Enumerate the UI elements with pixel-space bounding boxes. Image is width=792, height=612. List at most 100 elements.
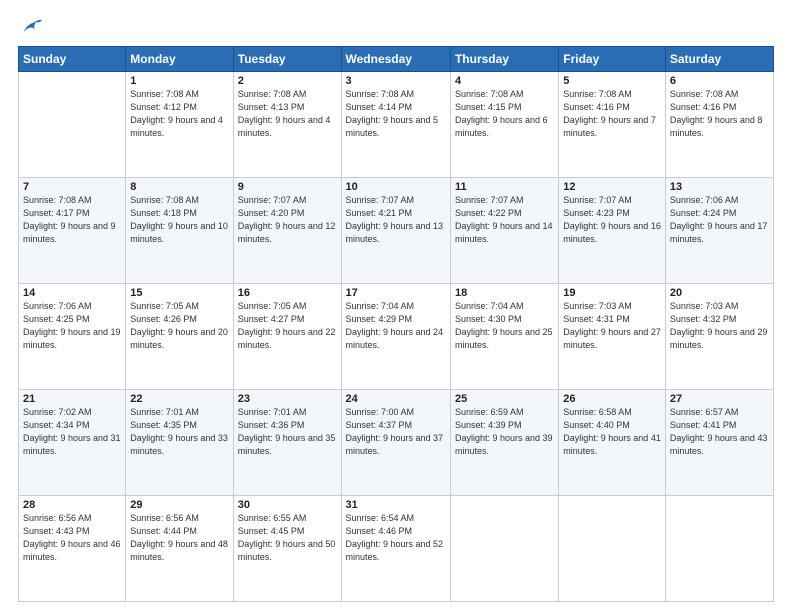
day-info: Sunrise: 7:03 AMSunset: 4:31 PMDaylight:…	[563, 300, 661, 352]
calendar-week-row: 1Sunrise: 7:08 AMSunset: 4:12 PMDaylight…	[19, 72, 774, 178]
day-number: 3	[346, 75, 446, 87]
col-header-sunday: Sunday	[19, 47, 126, 72]
calendar-cell: 19Sunrise: 7:03 AMSunset: 4:31 PMDayligh…	[559, 284, 666, 390]
day-number: 16	[238, 287, 337, 299]
col-header-thursday: Thursday	[450, 47, 558, 72]
day-info: Sunrise: 7:03 AMSunset: 4:32 PMDaylight:…	[670, 300, 769, 352]
day-number: 6	[670, 75, 769, 87]
day-number: 22	[130, 393, 228, 405]
day-number: 31	[346, 499, 446, 511]
logo	[18, 16, 42, 38]
day-info: Sunrise: 7:01 AMSunset: 4:35 PMDaylight:…	[130, 406, 228, 458]
day-info: Sunrise: 7:06 AMSunset: 4:25 PMDaylight:…	[23, 300, 121, 352]
day-number: 27	[670, 393, 769, 405]
calendar-cell: 28Sunrise: 6:56 AMSunset: 4:43 PMDayligh…	[19, 496, 126, 602]
day-number: 10	[346, 181, 446, 193]
day-info: Sunrise: 7:08 AMSunset: 4:18 PMDaylight:…	[130, 194, 228, 246]
day-info: Sunrise: 7:07 AMSunset: 4:20 PMDaylight:…	[238, 194, 337, 246]
day-number: 29	[130, 499, 228, 511]
calendar-cell: 17Sunrise: 7:04 AMSunset: 4:29 PMDayligh…	[341, 284, 450, 390]
logo-bird-icon	[20, 16, 42, 38]
calendar-cell: 7Sunrise: 7:08 AMSunset: 4:17 PMDaylight…	[19, 178, 126, 284]
calendar-cell	[559, 496, 666, 602]
day-number: 12	[563, 181, 661, 193]
col-header-wednesday: Wednesday	[341, 47, 450, 72]
calendar-cell: 2Sunrise: 7:08 AMSunset: 4:13 PMDaylight…	[233, 72, 341, 178]
day-number: 17	[346, 287, 446, 299]
header	[18, 16, 774, 38]
calendar-cell: 15Sunrise: 7:05 AMSunset: 4:26 PMDayligh…	[126, 284, 233, 390]
calendar-cell: 16Sunrise: 7:05 AMSunset: 4:27 PMDayligh…	[233, 284, 341, 390]
calendar-cell: 4Sunrise: 7:08 AMSunset: 4:15 PMDaylight…	[450, 72, 558, 178]
calendar-cell: 29Sunrise: 6:56 AMSunset: 4:44 PMDayligh…	[126, 496, 233, 602]
calendar-cell: 26Sunrise: 6:58 AMSunset: 4:40 PMDayligh…	[559, 390, 666, 496]
day-number: 30	[238, 499, 337, 511]
calendar-table: SundayMondayTuesdayWednesdayThursdayFrid…	[18, 46, 774, 602]
calendar-cell: 23Sunrise: 7:01 AMSunset: 4:36 PMDayligh…	[233, 390, 341, 496]
day-info: Sunrise: 7:04 AMSunset: 4:30 PMDaylight:…	[455, 300, 554, 352]
calendar-cell: 25Sunrise: 6:59 AMSunset: 4:39 PMDayligh…	[450, 390, 558, 496]
day-number: 19	[563, 287, 661, 299]
calendar-cell: 22Sunrise: 7:01 AMSunset: 4:35 PMDayligh…	[126, 390, 233, 496]
day-info: Sunrise: 7:08 AMSunset: 4:12 PMDaylight:…	[130, 88, 228, 140]
calendar-cell: 20Sunrise: 7:03 AMSunset: 4:32 PMDayligh…	[665, 284, 773, 390]
day-info: Sunrise: 6:54 AMSunset: 4:46 PMDaylight:…	[346, 512, 446, 564]
day-number: 5	[563, 75, 661, 87]
calendar-cell: 11Sunrise: 7:07 AMSunset: 4:22 PMDayligh…	[450, 178, 558, 284]
day-info: Sunrise: 7:00 AMSunset: 4:37 PMDaylight:…	[346, 406, 446, 458]
calendar-cell: 21Sunrise: 7:02 AMSunset: 4:34 PMDayligh…	[19, 390, 126, 496]
calendar-cell: 31Sunrise: 6:54 AMSunset: 4:46 PMDayligh…	[341, 496, 450, 602]
calendar-cell: 5Sunrise: 7:08 AMSunset: 4:16 PMDaylight…	[559, 72, 666, 178]
calendar-cell: 27Sunrise: 6:57 AMSunset: 4:41 PMDayligh…	[665, 390, 773, 496]
day-number: 13	[670, 181, 769, 193]
day-number: 8	[130, 181, 228, 193]
calendar-cell: 12Sunrise: 7:07 AMSunset: 4:23 PMDayligh…	[559, 178, 666, 284]
day-info: Sunrise: 7:05 AMSunset: 4:27 PMDaylight:…	[238, 300, 337, 352]
calendar-cell	[450, 496, 558, 602]
day-info: Sunrise: 7:08 AMSunset: 4:16 PMDaylight:…	[563, 88, 661, 140]
col-header-monday: Monday	[126, 47, 233, 72]
day-number: 4	[455, 75, 554, 87]
day-number: 23	[238, 393, 337, 405]
calendar-week-row: 14Sunrise: 7:06 AMSunset: 4:25 PMDayligh…	[19, 284, 774, 390]
day-info: Sunrise: 6:58 AMSunset: 4:40 PMDaylight:…	[563, 406, 661, 458]
day-number: 15	[130, 287, 228, 299]
calendar-cell: 8Sunrise: 7:08 AMSunset: 4:18 PMDaylight…	[126, 178, 233, 284]
calendar-cell: 14Sunrise: 7:06 AMSunset: 4:25 PMDayligh…	[19, 284, 126, 390]
day-info: Sunrise: 7:07 AMSunset: 4:22 PMDaylight:…	[455, 194, 554, 246]
calendar-week-row: 28Sunrise: 6:56 AMSunset: 4:43 PMDayligh…	[19, 496, 774, 602]
day-info: Sunrise: 7:05 AMSunset: 4:26 PMDaylight:…	[130, 300, 228, 352]
day-info: Sunrise: 7:08 AMSunset: 4:13 PMDaylight:…	[238, 88, 337, 140]
day-info: Sunrise: 7:07 AMSunset: 4:23 PMDaylight:…	[563, 194, 661, 246]
day-info: Sunrise: 7:08 AMSunset: 4:17 PMDaylight:…	[23, 194, 121, 246]
day-number: 28	[23, 499, 121, 511]
day-number: 24	[346, 393, 446, 405]
col-header-tuesday: Tuesday	[233, 47, 341, 72]
day-info: Sunrise: 6:56 AMSunset: 4:44 PMDaylight:…	[130, 512, 228, 564]
day-number: 2	[238, 75, 337, 87]
day-number: 11	[455, 181, 554, 193]
day-info: Sunrise: 6:55 AMSunset: 4:45 PMDaylight:…	[238, 512, 337, 564]
day-info: Sunrise: 7:07 AMSunset: 4:21 PMDaylight:…	[346, 194, 446, 246]
calendar-header-row: SundayMondayTuesdayWednesdayThursdayFrid…	[19, 47, 774, 72]
day-number: 21	[23, 393, 121, 405]
day-number: 7	[23, 181, 121, 193]
day-info: Sunrise: 7:08 AMSunset: 4:14 PMDaylight:…	[346, 88, 446, 140]
calendar-cell: 6Sunrise: 7:08 AMSunset: 4:16 PMDaylight…	[665, 72, 773, 178]
calendar-cell: 18Sunrise: 7:04 AMSunset: 4:30 PMDayligh…	[450, 284, 558, 390]
day-number: 18	[455, 287, 554, 299]
day-info: Sunrise: 7:04 AMSunset: 4:29 PMDaylight:…	[346, 300, 446, 352]
col-header-friday: Friday	[559, 47, 666, 72]
day-info: Sunrise: 7:01 AMSunset: 4:36 PMDaylight:…	[238, 406, 337, 458]
col-header-saturday: Saturday	[665, 47, 773, 72]
day-number: 1	[130, 75, 228, 87]
calendar-week-row: 21Sunrise: 7:02 AMSunset: 4:34 PMDayligh…	[19, 390, 774, 496]
day-number: 25	[455, 393, 554, 405]
calendar-cell: 30Sunrise: 6:55 AMSunset: 4:45 PMDayligh…	[233, 496, 341, 602]
day-number: 26	[563, 393, 661, 405]
day-info: Sunrise: 7:08 AMSunset: 4:16 PMDaylight:…	[670, 88, 769, 140]
calendar-cell: 10Sunrise: 7:07 AMSunset: 4:21 PMDayligh…	[341, 178, 450, 284]
calendar-cell: 3Sunrise: 7:08 AMSunset: 4:14 PMDaylight…	[341, 72, 450, 178]
calendar-cell: 1Sunrise: 7:08 AMSunset: 4:12 PMDaylight…	[126, 72, 233, 178]
day-number: 20	[670, 287, 769, 299]
